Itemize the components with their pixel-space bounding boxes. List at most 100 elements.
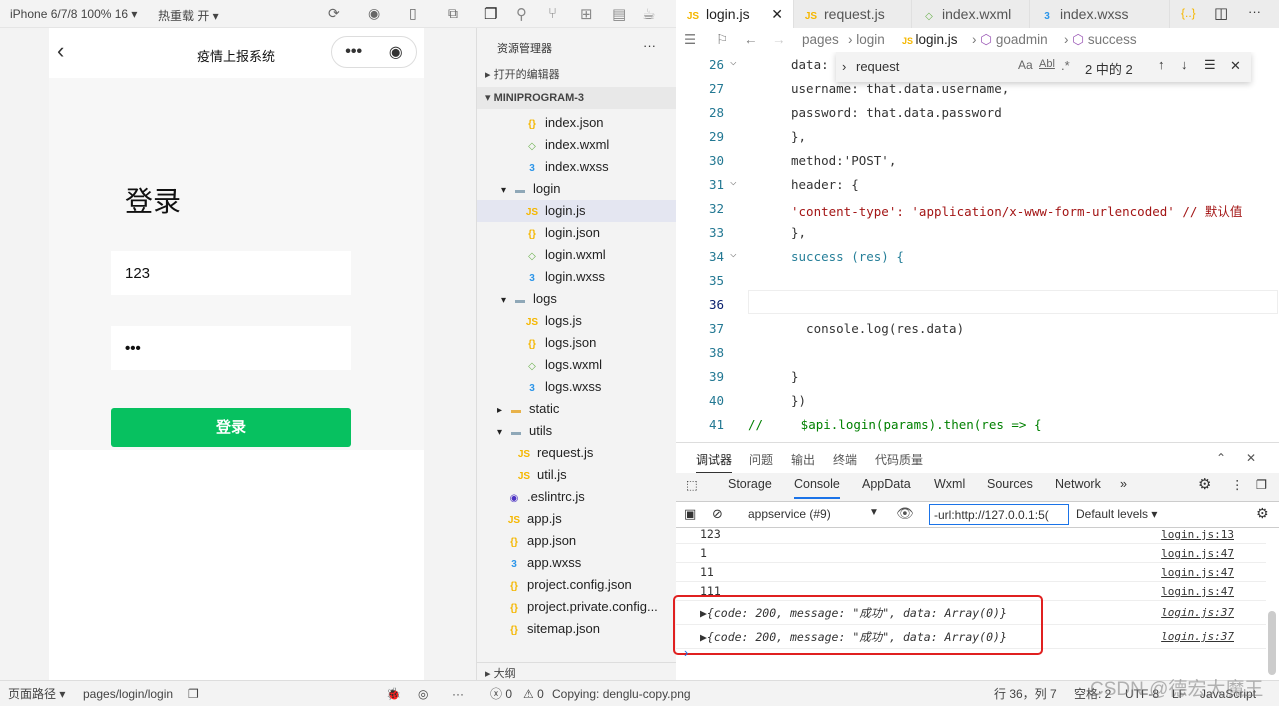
files-icon[interactable]: ❐: [484, 5, 497, 23]
find-input[interactable]: request: [856, 59, 899, 74]
tree-item[interactable]: ◇ index.wxml: [477, 134, 677, 156]
tree-item[interactable]: ▸ ▬ static: [477, 398, 677, 420]
tree-item[interactable]: ▾ ▬ logs: [477, 288, 677, 310]
console-prompt[interactable]: ›: [684, 645, 688, 660]
login-button[interactable]: 登录: [111, 408, 351, 447]
settings-icon[interactable]: ⚙: [1198, 475, 1211, 493]
panel-tab-wxml[interactable]: Wxml: [934, 477, 965, 491]
next-match-icon[interactable]: ↓: [1181, 57, 1188, 72]
fold-icon[interactable]: ⌵: [730, 247, 737, 260]
find-in-selection-icon[interactable]: ☰: [1204, 57, 1216, 73]
tree-item[interactable]: JS request.js: [477, 442, 677, 464]
bug-icon[interactable]: 🐞: [386, 681, 401, 707]
json-tab-icon[interactable]: {..}: [1181, 6, 1196, 20]
fold-icon[interactable]: ⌵: [730, 175, 737, 188]
back-icon[interactable]: ‹: [57, 38, 64, 64]
kebab-menu-icon[interactable]: ⋮: [1231, 477, 1244, 492]
panel-tab-storage[interactable]: Storage: [728, 477, 772, 491]
expand-arrow-icon[interactable]: ▾: [497, 422, 509, 444]
cursor-position[interactable]: 行 36，列 7: [994, 681, 1057, 707]
project-section[interactable]: ▾ MINIPROGRAM-3: [477, 87, 677, 109]
explorer-more-button[interactable]: ···: [643, 38, 656, 53]
copy-icon[interactable]: ❐: [188, 681, 199, 707]
tab-code-quality[interactable]: 代码质量: [875, 451, 923, 468]
tree-item[interactable]: ▾ ▬ utils: [477, 420, 677, 442]
tree-item[interactable]: {} project.private.config...: [477, 596, 677, 618]
log-source-link[interactable]: login.js:47: [1161, 544, 1234, 563]
collapse-panel-icon[interactable]: ⌃: [1216, 451, 1226, 465]
split-editor-icon[interactable]: ◫: [1214, 4, 1228, 22]
tab-login-js[interactable]: JS login.js ✕: [676, 0, 794, 28]
context-dropdown-icon[interactable]: ▼: [869, 507, 879, 518]
window-icon[interactable]: ⧉: [448, 5, 458, 22]
panel-tab-network[interactable]: Network: [1055, 477, 1101, 491]
tree-item[interactable]: 3 index.wxss: [477, 156, 677, 178]
toggle-replace-icon[interactable]: ›: [842, 59, 846, 74]
tree-item[interactable]: ◉ .eslintrc.js: [477, 486, 677, 508]
dock-icon[interactable]: ❐: [1256, 477, 1267, 492]
breadcrumb-success[interactable]: › ⬡ success: [1064, 28, 1137, 52]
regex-icon[interactable]: .*: [1061, 58, 1070, 73]
username-input[interactable]: 123: [111, 251, 351, 295]
warnings-count[interactable]: ⚠ 0: [523, 681, 544, 707]
save-icon[interactable]: ▤: [612, 5, 626, 23]
console-filter-input[interactable]: -url:http://127.0.0.1:5(: [929, 504, 1069, 525]
close-tab-icon[interactable]: ✕: [771, 0, 783, 28]
context-select[interactable]: appservice (#9): [748, 507, 831, 521]
tab-index-wxss[interactable]: 3 index.wxss: [1030, 0, 1170, 28]
expand-arrow-icon[interactable]: ▸: [497, 400, 509, 422]
tree-item[interactable]: {} app.json: [477, 530, 677, 552]
close-mini-icon[interactable]: ◉: [389, 42, 403, 62]
hot-reload-toggle[interactable]: 热重载 开 ▾: [158, 7, 219, 24]
errors-count[interactable]: ⓧ 0: [490, 681, 512, 707]
whole-word-icon[interactable]: Abl: [1039, 58, 1055, 70]
search-icon[interactable]: ⚲: [516, 5, 527, 23]
tab-problems[interactable]: 问题: [749, 451, 773, 468]
log-source-link[interactable]: login.js:37: [1161, 625, 1234, 649]
tree-item[interactable]: {} login.json: [477, 222, 677, 244]
tab-request-js[interactable]: JS request.js: [794, 0, 912, 28]
source-control-icon[interactable]: ⑂: [548, 5, 557, 22]
preview-icon[interactable]: ◎: [418, 681, 428, 707]
panel-tab-appdata[interactable]: AppData: [862, 477, 911, 491]
breadcrumb-login[interactable]: › login: [848, 28, 885, 52]
tab-index-wxml[interactable]: ◇ index.wxml: [912, 0, 1030, 28]
breadcrumb-goadmin[interactable]: › ⬡ goadmin: [972, 28, 1048, 52]
log-source-link[interactable]: login.js:37: [1161, 601, 1234, 625]
log-source-link[interactable]: login.js:13: [1161, 525, 1234, 544]
prev-match-icon[interactable]: ↑: [1158, 57, 1165, 72]
more-actions-icon[interactable]: ···: [1248, 4, 1261, 19]
sidebar-toggle-icon[interactable]: ▣: [684, 506, 696, 522]
tree-item[interactable]: {} sitemap.json: [477, 618, 677, 640]
list-icon[interactable]: ☰: [684, 28, 696, 52]
breadcrumb-file[interactable]: JS login.js: [902, 28, 958, 53]
log-source-link[interactable]: login.js:47: [1161, 582, 1234, 601]
log-source-link[interactable]: login.js:47: [1161, 563, 1234, 582]
back-arrow-icon[interactable]: ←: [744, 28, 758, 52]
tab-output[interactable]: 输出: [791, 451, 815, 468]
phone-icon[interactable]: ▯: [409, 5, 417, 22]
more-icon[interactable]: ···: [452, 681, 464, 707]
expand-arrow-icon[interactable]: ▾: [501, 180, 513, 202]
code-editor[interactable]: 26 ⌵ data: 27 username: that.data.username, 2…: [676, 52, 1279, 442]
close-panel-icon[interactable]: ✕: [1246, 451, 1256, 465]
tree-item[interactable]: ◇ logs.wxml: [477, 354, 677, 376]
tree-item[interactable]: JS app.js: [477, 508, 677, 530]
expand-arrow-icon[interactable]: ▾: [501, 290, 513, 312]
fold-icon[interactable]: ⌵: [730, 55, 737, 68]
tree-item[interactable]: 3 logs.wxss: [477, 376, 677, 398]
log-levels-select[interactable]: Default levels ▾: [1076, 507, 1157, 521]
stop-icon[interactable]: ◉: [368, 5, 380, 22]
debug-icon[interactable]: ☕: [642, 5, 655, 23]
more-tabs-icon[interactable]: »: [1120, 477, 1127, 491]
extensions-icon[interactable]: ⊞: [580, 5, 593, 23]
tree-item[interactable]: {} index.json: [477, 112, 677, 134]
tree-item[interactable]: JS logs.js: [477, 310, 677, 332]
match-case-icon[interactable]: Aa: [1018, 58, 1033, 72]
breadcrumb-pages[interactable]: pages: [802, 28, 839, 52]
tree-item[interactable]: {} logs.json: [477, 332, 677, 354]
live-expression-icon[interactable]: 👁: [896, 505, 914, 522]
panel-tab-console[interactable]: Console: [794, 477, 840, 499]
open-editors-section[interactable]: ▸ 打开的编辑器: [477, 64, 677, 86]
tab-terminal[interactable]: 终端: [833, 451, 857, 468]
